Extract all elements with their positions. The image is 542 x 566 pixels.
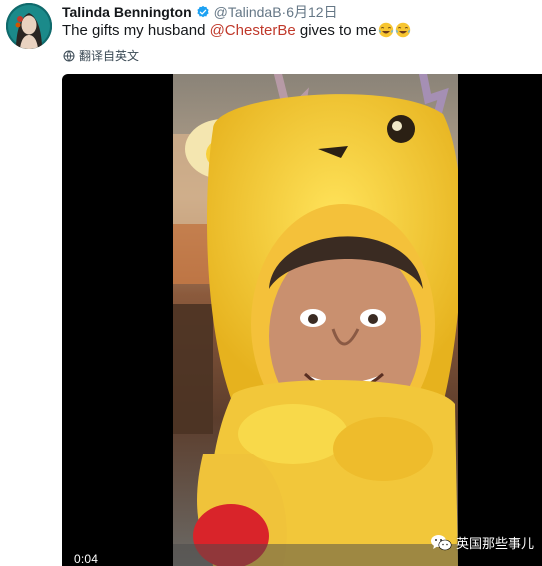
translate-link[interactable]: 翻译自英文 [63, 47, 139, 64]
translate-label: 翻译自英文 [79, 49, 140, 63]
avatar[interactable] [6, 3, 52, 49]
verified-badge-icon [196, 5, 210, 19]
watermark-text: 英国那些事儿 [455, 536, 534, 551]
avatar-image [6, 3, 52, 49]
handle[interactable]: @TalindaB [214, 4, 282, 20]
tweet-text: The gifts my husband @ChesterBe gives to… [62, 22, 411, 40]
tweet: Talinda Bennington @TalindaB·6月12日 The gi… [0, 0, 542, 566]
video-frame [173, 74, 458, 566]
wechat-icon [430, 534, 452, 550]
tweet-text-before: The gifts my husband [62, 22, 210, 39]
tweet-text-after: gives to me [295, 22, 377, 39]
tears-of-joy-emoji-icon [395, 22, 411, 38]
video-thumbnail [173, 74, 458, 566]
video-player[interactable]: 0:04 英国那些事儿 [62, 74, 542, 566]
globe-icon [63, 50, 75, 61]
watermark: 英国那些事儿 [430, 533, 534, 552]
tweet-date[interactable]: 6月12日 [286, 4, 337, 20]
tweet-header: Talinda Bennington @TalindaB·6月12日 [62, 2, 338, 20]
video-timestamp: 0:04 [74, 552, 99, 566]
tears-of-joy-emoji-icon [378, 22, 394, 38]
mention-link[interactable]: @ChesterBe [210, 22, 296, 39]
display-name[interactable]: Talinda Bennington [62, 4, 192, 20]
